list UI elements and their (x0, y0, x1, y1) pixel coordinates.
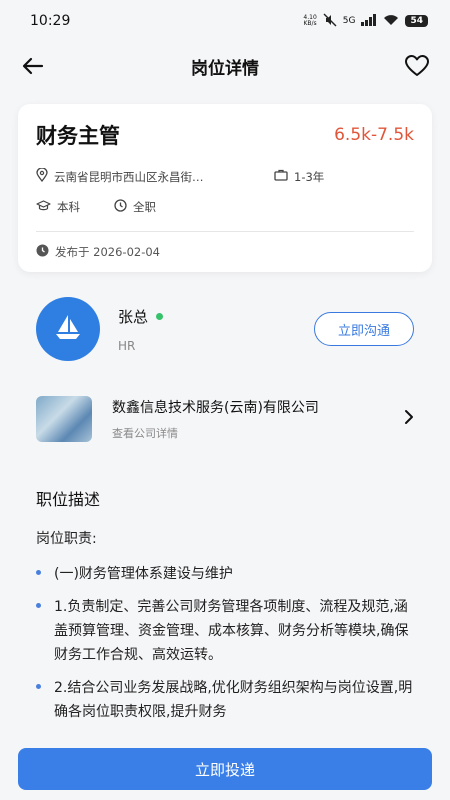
company-row[interactable]: 数鑫信息技术服务(云南)有限公司 查看公司详情 (0, 392, 450, 446)
job-summary-card: 财务主管 6.5k-7.5k 云南省昆明市西山区永昌街… 1-3年 本科 全职 … (18, 104, 432, 272)
list-item: (一)财务管理体系建设与维护 (36, 562, 416, 586)
recruiter-name: 张总 (118, 307, 149, 326)
briefcase-icon (274, 169, 288, 184)
job-salary: 6.5k-7.5k (334, 125, 414, 145)
list-item: 2.结合公司业务发展战略,优化财务组织架构与岗位设置,明确各岗位职责权限,提升财… (36, 676, 416, 724)
avatar[interactable] (36, 297, 100, 361)
posted-date: 发布于 2026-02-04 (36, 244, 414, 260)
signal-icon (361, 13, 377, 29)
job-description: 职位描述 岗位职责: (一)财务管理体系建设与维护 1.负责制定、完善公司财务管… (36, 486, 416, 733)
education-text: 本科 (57, 200, 80, 214)
clock-icon (114, 199, 127, 215)
apply-now-button[interactable]: 立即投递 (18, 748, 432, 790)
list-item-text: 2.结合公司业务发展战略,优化财务组织架构与岗位设置,明确各岗位职责权限,提升财… (54, 680, 413, 720)
description-subtitle: 岗位职责: (36, 531, 97, 547)
battery-indicator: 54 (405, 15, 428, 27)
location-text: 云南省昆明市西山区永昌街… (54, 169, 204, 184)
graduation-cap-icon (36, 199, 51, 215)
online-status-dot (156, 312, 164, 320)
recruiter-role: HR (118, 338, 136, 353)
bottom-action-bar: 立即投递 (0, 736, 450, 800)
job-location: 云南省昆明市西山区永昌街… (36, 167, 274, 185)
responsibility-list: (一)财务管理体系建设与维护 1.负责制定、完善公司财务管理各项制度、流程及规范… (36, 562, 416, 724)
bullet-dot (36, 684, 41, 689)
company-name: 数鑫信息技术服务(云南)有限公司 (112, 400, 319, 416)
status-bar: 10:29 4.10 KB/s 5G 54 (0, 0, 450, 42)
location-pin-icon (36, 167, 48, 185)
status-time: 10:29 (30, 13, 71, 29)
chat-now-button[interactable]: 立即沟通 (314, 312, 414, 346)
list-item-text: (一)财务管理体系建设与维护 (54, 566, 233, 582)
bullet-dot (36, 603, 41, 608)
list-item: 1.负责制定、完善公司财务管理各项制度、流程及规范,涵盖预算管理、资金管理、成本… (36, 595, 416, 667)
posted-date-text: 发布于 2026-02-04 (55, 245, 160, 259)
recruiter-section: 张总 HR 立即沟通 (0, 296, 450, 362)
company-detail-link: 查看公司详情 (112, 427, 178, 440)
wifi-icon (383, 14, 399, 29)
card-divider (36, 231, 414, 232)
nav-bar: 岗位详情 (0, 42, 450, 90)
bullet-dot (36, 570, 41, 575)
clock-filled-icon (36, 244, 49, 260)
chevron-right-icon (404, 409, 414, 429)
page-title: 岗位详情 (191, 58, 259, 79)
experience-text: 1-3年 (294, 169, 325, 184)
status-icons: 4.10 KB/s 5G 54 (303, 13, 428, 30)
job-experience: 1-3年 (274, 169, 324, 185)
mute-icon (323, 13, 337, 30)
job-type-text: 全职 (133, 200, 156, 214)
job-type: 全职 (114, 199, 156, 215)
company-logo (36, 396, 92, 442)
job-title: 财务主管 (36, 124, 120, 148)
job-education: 本科 (36, 199, 114, 215)
network-type: 5G (342, 16, 356, 26)
favorite-heart-icon[interactable] (402, 51, 432, 81)
description-title: 职位描述 (36, 490, 101, 509)
list-item-text: 1.负责制定、完善公司财务管理各项制度、流程及规范,涵盖预算管理、资金管理、成本… (54, 599, 409, 663)
net-speed: 4.10 KB/s (303, 14, 317, 27)
sailboat-icon (53, 313, 83, 345)
back-arrow-icon[interactable] (18, 51, 48, 81)
